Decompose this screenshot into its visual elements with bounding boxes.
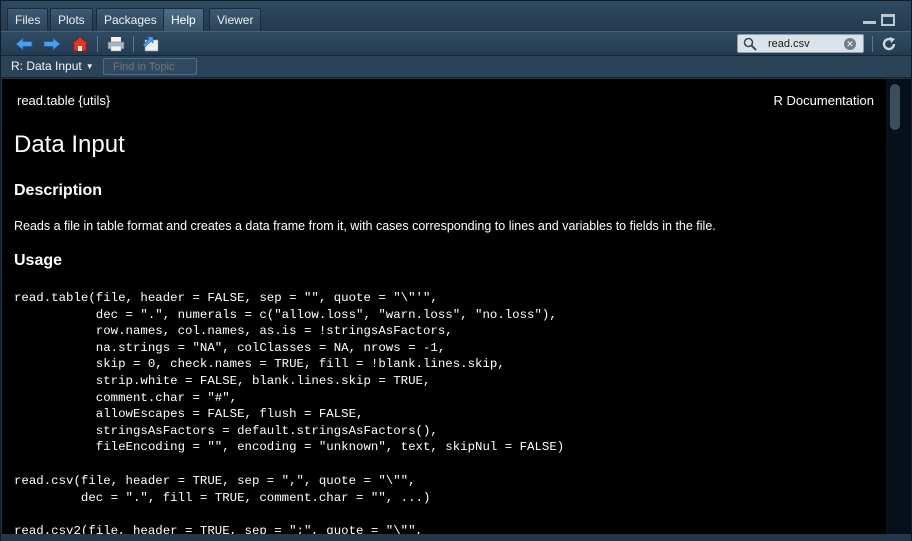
tab-bar: Files Plots Packages Help Viewer	[1, 1, 911, 31]
minimize-pane-icon[interactable]	[863, 21, 876, 24]
pane-controls	[863, 13, 903, 29]
search-icon	[743, 37, 757, 51]
scrollbar-thumb[interactable]	[890, 84, 900, 130]
description-text: Reads a file in table format and creates…	[14, 219, 716, 233]
usage-heading: Usage	[14, 252, 63, 269]
usage-code-read-table: read.table(file, header = FALSE, sep = "…	[14, 291, 565, 455]
content-scrollbar[interactable]	[886, 79, 911, 534]
maximize-pane-icon[interactable]	[881, 14, 895, 26]
tab-help[interactable]: Help	[163, 8, 204, 31]
print-icon[interactable]	[107, 36, 125, 52]
forward-arrow-icon[interactable]	[43, 36, 61, 52]
help-search-input[interactable]	[768, 36, 838, 51]
chevron-down-icon: ▼	[85, 62, 94, 71]
clear-search-icon[interactable]: ✕	[844, 38, 856, 50]
toolbar-separator	[133, 36, 134, 52]
topic-menu-label: R: Data Input	[11, 59, 82, 73]
usage-code-read-csv: read.csv(file, header = TRUE, sep = ",",…	[14, 474, 431, 505]
home-icon[interactable]	[71, 36, 89, 52]
help-toolbar: ✕	[1, 31, 911, 56]
toolbar-separator	[872, 36, 873, 52]
page-title: Data Input	[14, 131, 125, 158]
open-new-window-icon[interactable]	[142, 36, 160, 52]
description-heading: Description	[14, 182, 103, 199]
help-subtoolbar: R: Data Input ▼	[1, 56, 911, 78]
toolbar-separator	[97, 36, 98, 52]
tab-files[interactable]: Files	[7, 8, 49, 31]
doc-header-package: read.table {utils}	[17, 93, 111, 108]
topic-menu[interactable]: R: Data Input ▼	[11, 59, 94, 73]
find-in-topic-input[interactable]	[103, 58, 197, 75]
tab-plots[interactable]: Plots	[50, 8, 93, 31]
help-pane: Files Plots Packages Help Viewer read.cs…	[0, 0, 912, 541]
back-arrow-icon[interactable]	[15, 36, 33, 52]
pane-bottom-border	[1, 534, 911, 541]
help-search-box: ✕	[737, 34, 864, 53]
tab-viewer[interactable]: Viewer	[209, 8, 262, 31]
refresh-icon[interactable]	[881, 36, 897, 52]
help-content: read.table {utils} R Documentation Data …	[2, 79, 886, 534]
tab-packages[interactable]: Packages	[96, 8, 165, 31]
doc-header-label: R Documentation	[773, 93, 874, 108]
usage-code-read-csv2: read.csv2(file, header = TRUE, sep = ";"…	[14, 524, 423, 534]
